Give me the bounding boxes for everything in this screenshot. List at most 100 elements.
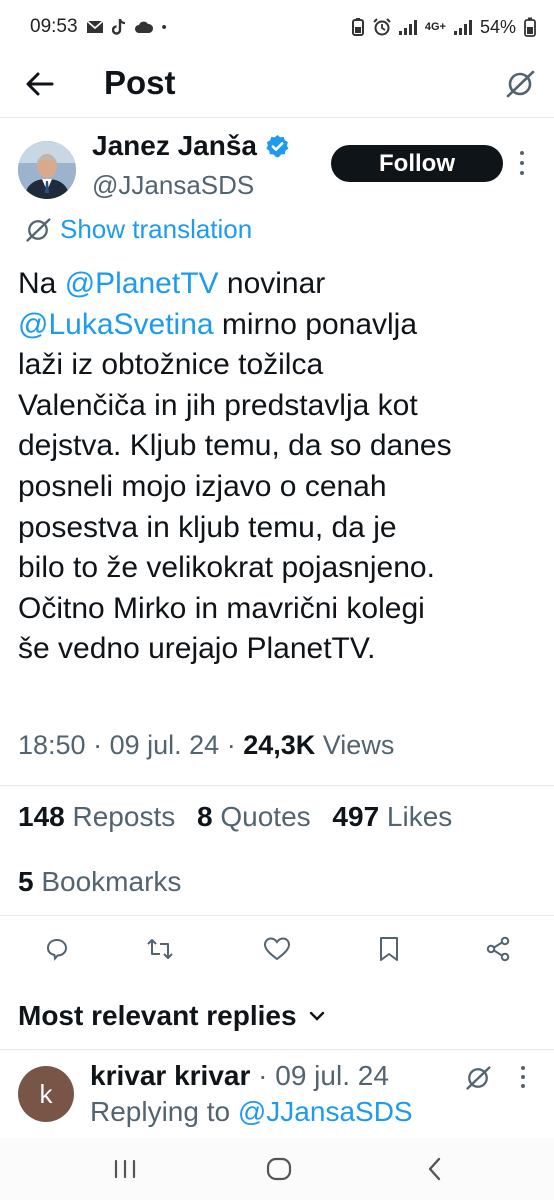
verified-badge-icon — [266, 134, 289, 157]
reply-icon — [46, 938, 68, 961]
mention-link[interactable]: @LukaSvetina — [18, 308, 214, 341]
back-button[interactable] — [22, 66, 58, 102]
views-label: Views — [322, 730, 395, 760]
post-text: Na @PlanetTV novinar @LukaSvetina mirno p… — [18, 264, 540, 670]
like-button[interactable] — [262, 934, 292, 964]
replies-divider — [0, 1049, 554, 1050]
notification-dot-icon: • — [161, 18, 167, 36]
post-text-segment: Očitno Mirko in mavrični kolegi — [18, 591, 425, 625]
header-divider — [0, 117, 554, 118]
more-options-icon[interactable] — [518, 151, 526, 175]
reply-header[interactable]: krivar krivar · 09 jul. 24 — [90, 1060, 389, 1092]
battery-percent: 54% — [479, 16, 516, 37]
recent-apps-button[interactable] — [110, 1154, 140, 1184]
replying-to-handle[interactable]: @JJansaSDS — [238, 1096, 413, 1127]
quotes-count: 8 — [197, 801, 213, 832]
post-date: 09 jul. 24 — [109, 730, 220, 760]
grok-button[interactable] — [502, 66, 538, 102]
post-text-segment: mirno ponavlja — [213, 307, 418, 341]
cloud-icon — [134, 21, 153, 33]
chevron-left-icon — [428, 1157, 441, 1181]
post-text-line: laži iz obtožnice tožilca — [18, 345, 540, 386]
post-text-line: Valenčiča in jih predstavlja kot — [18, 386, 540, 427]
repost-button[interactable] — [145, 934, 175, 964]
grok-icon — [26, 217, 51, 242]
reply-more-options-icon[interactable] — [519, 1066, 527, 1088]
post-text-line: bilo to že velikokrat pojasnjeno. — [18, 548, 540, 589]
post-text-segment: dejstva. Kljub temu, da so danes — [18, 429, 452, 463]
bookmark-button[interactable] — [374, 934, 404, 964]
heart-icon — [263, 937, 291, 961]
author-handle[interactable]: @JJansaSDS — [92, 170, 254, 201]
page-title: Post — [104, 64, 176, 101]
post-text-segment: bilo to že velikokrat pojasnjeno. — [18, 551, 435, 585]
reposts-label: Reposts — [72, 801, 176, 832]
likes-label: Likes — [386, 801, 453, 832]
chevron-down-icon — [309, 1011, 324, 1021]
follow-button[interactable]: Follow — [331, 145, 503, 182]
show-translation-label: Show translation — [60, 214, 253, 244]
post-time: 18:50 — [18, 730, 86, 760]
post-text-segment: laži iz obtožnice tožilca — [18, 348, 324, 382]
reposts-stat[interactable]: 148 Reposts — [18, 801, 175, 832]
share-button[interactable] — [483, 934, 513, 964]
reposts-count: 148 — [18, 801, 65, 832]
post-text-segment: še vedno urejajo PlanetTV. — [18, 632, 376, 666]
author-avatar[interactable] — [18, 141, 76, 199]
bookmark-icon — [380, 937, 398, 961]
post-stats: 148 Reposts 8 Quotes 497 Likes — [18, 801, 466, 833]
status-bar: 09:53 • 4G+ 54% — [0, 0, 554, 54]
show-translation-link[interactable]: Show translation — [24, 214, 252, 245]
share-icon — [486, 936, 510, 962]
home-button[interactable] — [264, 1154, 294, 1184]
post-text-segment: novinar — [218, 267, 326, 300]
bookmarks-stat[interactable]: 5 Bookmarks — [18, 866, 181, 898]
replies-header-label: Most relevant replies — [18, 1000, 297, 1031]
back-nav-button[interactable] — [420, 1154, 450, 1184]
post-text-line: še vedno urejajo PlanetTV. — [18, 629, 540, 670]
likes-count: 497 — [332, 801, 380, 832]
post-text-line: dejstva. Kljub temu, da so danes — [18, 426, 540, 467]
grok-icon — [506, 70, 535, 98]
meta-separator: · — [226, 730, 244, 760]
post-actions — [0, 926, 554, 970]
home-icon — [266, 1157, 292, 1181]
battery-icon — [524, 17, 536, 37]
avatar-portrait — [18, 141, 76, 199]
cell-signal-icon — [453, 19, 472, 35]
replying-to: Replying to @JJansaSDS — [90, 1096, 413, 1128]
meta-divider — [0, 785, 554, 786]
arrow-left-icon — [26, 72, 54, 96]
meta-separator: · — [93, 730, 110, 760]
reply-avatar[interactable]: k — [18, 1066, 74, 1122]
reply-author-name: krivar krivar — [90, 1060, 251, 1091]
mail-icon — [86, 20, 104, 33]
post-text-line: Na @PlanetTV novinar — [18, 264, 540, 305]
post-text-line: posestva in kljub temu, da je — [18, 508, 540, 549]
author-name-row[interactable]: Janez Janša — [92, 130, 290, 162]
quotes-label: Quotes — [220, 801, 311, 832]
battery-saver-icon — [351, 18, 364, 36]
replies-sort-dropdown[interactable]: Most relevant replies — [18, 1000, 325, 1032]
post-text-line: @LukaSvetina mirno ponavlja — [18, 305, 540, 346]
top-bar: Post — [0, 54, 554, 114]
bookmarks-label: Bookmarks — [41, 866, 182, 897]
status-time: 09:53 — [30, 16, 78, 37]
post-text-segment: posestva in kljub temu, da je — [18, 510, 397, 544]
post-meta: 18:50 · 09 jul. 24 · 24,3K Views — [18, 730, 394, 761]
post-text-line: Očitno Mirko in mavrični kolegi — [18, 589, 540, 630]
post-text-segment: Na — [18, 267, 65, 300]
replying-to-prefix: Replying to — [90, 1096, 231, 1127]
post-text-segment: posneli mojo izjavo o cenah — [18, 469, 387, 503]
grok-icon[interactable] — [464, 1064, 492, 1092]
likes-stat[interactable]: 497 Likes — [332, 801, 452, 832]
views-count: 24,3K — [243, 730, 316, 760]
mention-link[interactable]: @PlanetTV — [65, 267, 219, 300]
tiktok-icon — [111, 18, 125, 35]
stats-divider — [0, 915, 554, 916]
quotes-stat[interactable]: 8 Quotes — [197, 801, 311, 832]
system-nav-bar — [0, 1138, 554, 1200]
reply-date: 09 jul. 24 — [275, 1060, 389, 1091]
post-text-segment: Valenčiča in jih predstavlja kot — [18, 388, 418, 422]
reply-button[interactable] — [42, 934, 72, 964]
